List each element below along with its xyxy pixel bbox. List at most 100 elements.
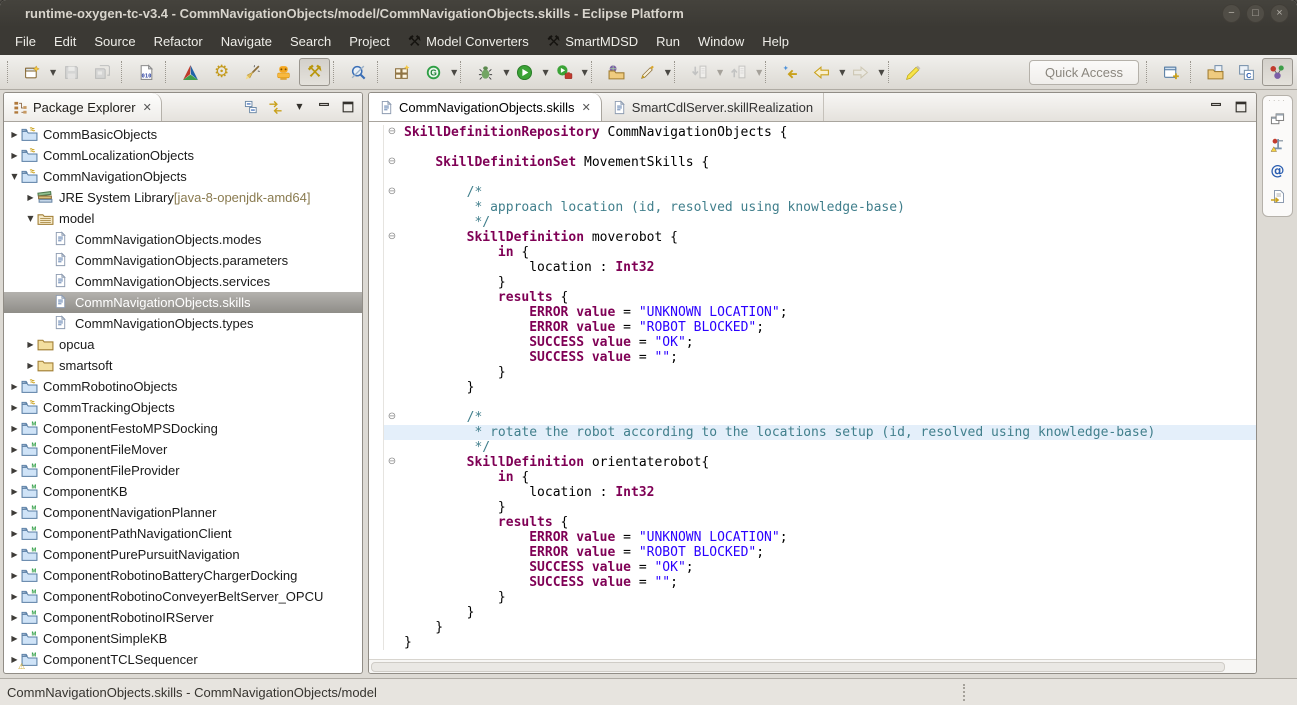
close-window-button[interactable]: × bbox=[1270, 4, 1289, 23]
tree-item-ComponentFestoMPSDocking[interactable]: ▶MComponentFestoMPSDocking bbox=[4, 418, 362, 439]
smartmdsd-perspective-button[interactable] bbox=[1262, 58, 1293, 86]
marker-button[interactable] bbox=[632, 58, 663, 86]
menu-model-converters[interactable]: ⚒Model Converters bbox=[399, 27, 538, 55]
expand-arrow-icon[interactable]: ▶ bbox=[8, 424, 21, 433]
collapse-all-button[interactable] bbox=[240, 96, 263, 118]
fold-collapse-icon[interactable]: ⊖ bbox=[383, 155, 400, 170]
tree-item-CommNavigationObjects.modes[interactable]: CommNavigationObjects.modes bbox=[4, 229, 362, 250]
tree-item-ComponentFileProvider[interactable]: ▶MComponentFileProvider bbox=[4, 460, 362, 481]
expand-arrow-icon[interactable]: ▶ bbox=[8, 550, 21, 559]
tree-item-ComponentKB[interactable]: ▶MComponentKB bbox=[4, 481, 362, 502]
save-button[interactable] bbox=[56, 58, 87, 86]
clean-broom-button[interactable] bbox=[237, 58, 268, 86]
expand-arrow-icon[interactable]: ▶ bbox=[8, 508, 21, 517]
tree-item-CommNavigationObjects.skills[interactable]: CommNavigationObjects.skills bbox=[4, 292, 362, 313]
editor-tab-SmartCdlServer.skillRealization[interactable]: SmartCdlServer.skillRealization bbox=[602, 93, 824, 121]
horizontal-scrollbar[interactable] bbox=[369, 659, 1256, 673]
editor-tab-CommNavigationObjects.skills[interactable]: CommNavigationObjects.skills✕ bbox=[369, 93, 602, 121]
menu-project[interactable]: Project bbox=[340, 27, 398, 55]
dropdown-arrow-icon[interactable]: ▼ bbox=[451, 68, 457, 77]
expand-arrow-icon[interactable]: ▶ bbox=[8, 403, 21, 412]
tree-item-ComponentRobotinoConveyerBeltServer_OPCU[interactable]: ▶MComponentRobotinoConveyerBeltServer_OP… bbox=[4, 586, 362, 607]
status-grip[interactable] bbox=[963, 684, 965, 701]
tree-item-CommNavigationObjects.types[interactable]: CommNavigationObjects.types bbox=[4, 313, 362, 334]
collapse-arrow-icon[interactable]: ▼ bbox=[24, 214, 37, 223]
view-menu-button[interactable]: ▼ bbox=[288, 96, 311, 118]
tree-item-opcua[interactable]: ▶opcua bbox=[4, 334, 362, 355]
forward-button[interactable] bbox=[845, 58, 876, 86]
resource-perspective-button[interactable] bbox=[1200, 58, 1231, 86]
tree-item-smartsoft[interactable]: ▶smartsoft bbox=[4, 355, 362, 376]
expand-arrow-icon[interactable]: ▶ bbox=[8, 445, 21, 454]
scrollbar-thumb[interactable] bbox=[371, 662, 1225, 672]
tree-item-CommLocalizationObjects[interactable]: ▶CommLocalizationObjects bbox=[4, 145, 362, 166]
new-table-button[interactable] bbox=[387, 58, 418, 86]
collapse-arrow-icon[interactable]: ▼ bbox=[8, 172, 21, 181]
run-button[interactable] bbox=[509, 58, 540, 86]
minimize-window-button[interactable]: − bbox=[1222, 4, 1241, 23]
expand-arrow-icon[interactable]: ▶ bbox=[24, 340, 37, 349]
menu-navigate[interactable]: Navigate bbox=[212, 27, 281, 55]
expand-arrow-icon[interactable]: ▶ bbox=[8, 592, 21, 601]
fold-collapse-icon[interactable]: ⊖ bbox=[383, 185, 400, 200]
expand-arrow-icon[interactable]: ▶ bbox=[8, 529, 21, 538]
menu-help[interactable]: Help bbox=[753, 27, 798, 55]
expand-arrow-icon[interactable]: ▶ bbox=[8, 571, 21, 580]
new-wizard-button[interactable] bbox=[17, 58, 48, 86]
menu-file[interactable]: File bbox=[6, 27, 45, 55]
expand-arrow-icon[interactable]: ▶ bbox=[8, 613, 21, 622]
minimize-button[interactable] bbox=[312, 96, 335, 118]
generate-gears-button[interactable]: ⚙ bbox=[206, 58, 237, 86]
tree-item-ComponentPathNavigationClient[interactable]: ▶MComponentPathNavigationClient bbox=[4, 523, 362, 544]
open-task-button[interactable] bbox=[601, 58, 632, 86]
debug-button[interactable] bbox=[470, 58, 501, 86]
maximize-button[interactable] bbox=[336, 96, 359, 118]
dropdown-arrow-icon[interactable]: ▼ bbox=[542, 68, 548, 77]
tree-item-ComponentRobotinoBatteryChargerDocking[interactable]: ▶MComponentRobotinoBatteryChargerDocking bbox=[4, 565, 362, 586]
tree-item-ComponentRobotinoIRServer[interactable]: ▶MComponentRobotinoIRServer bbox=[4, 607, 362, 628]
minimize-editor-button[interactable] bbox=[1204, 96, 1227, 118]
generate-g-button[interactable]: G bbox=[418, 58, 449, 86]
menu-smartmdsd[interactable]: ⚒SmartMDSD bbox=[538, 27, 647, 55]
tree-item-CommNavigationObjects.parameters[interactable]: CommNavigationObjects.parameters bbox=[4, 250, 362, 271]
tree-item-CommRobotinoObjects[interactable]: ▶CommRobotinoObjects bbox=[4, 376, 362, 397]
cmake-button[interactable] bbox=[175, 58, 206, 86]
skip-breakpoints-button[interactable] bbox=[343, 58, 374, 86]
expand-arrow-icon[interactable]: ▶ bbox=[8, 487, 21, 496]
expand-arrow-icon[interactable]: ▶ bbox=[8, 151, 21, 160]
tree-item-CommTrackingObjects[interactable]: ▶CommTrackingObjects bbox=[4, 397, 362, 418]
annotation-ruler[interactable] bbox=[369, 122, 383, 659]
tree-item-ComponentNavigationPlanner[interactable]: ▶MComponentNavigationPlanner bbox=[4, 502, 362, 523]
editor-body[interactable]: ⊖SkillDefinitionRepository CommNavigatio… bbox=[369, 122, 1256, 659]
open-perspective-button[interactable] bbox=[1156, 58, 1187, 86]
robot-build-button[interactable] bbox=[268, 58, 299, 86]
dropdown-arrow-icon[interactable]: ▼ bbox=[878, 68, 884, 77]
fold-collapse-icon[interactable]: ⊖ bbox=[383, 230, 400, 245]
menu-search[interactable]: Search bbox=[281, 27, 340, 55]
maximize-editor-button[interactable] bbox=[1229, 96, 1252, 118]
tree-item-ComponentPurePursuitNavigation[interactable]: ▶MComponentPurePursuitNavigation bbox=[4, 544, 362, 565]
tree-item-ComponentFileMover[interactable]: ▶MComponentFileMover bbox=[4, 439, 362, 460]
expand-arrow-icon[interactable]: ▶ bbox=[8, 382, 21, 391]
drag-grip[interactable]: ···· bbox=[1268, 98, 1287, 106]
fold-collapse-icon[interactable]: ⊖ bbox=[383, 455, 400, 470]
binary-file-button[interactable]: 010 bbox=[131, 58, 162, 86]
tree-item-CommNavigationObjects[interactable]: ▼CommNavigationObjects bbox=[4, 166, 362, 187]
expand-arrow-icon[interactable]: ▶ bbox=[24, 361, 37, 370]
menu-window[interactable]: Window bbox=[689, 27, 753, 55]
next-annotation-button[interactable] bbox=[684, 58, 715, 86]
project-tree[interactable]: ▶CommBasicObjects▶CommLocalizationObject… bbox=[4, 122, 362, 673]
tree-item-JRE System Library[interactable]: ▶JRE System Library [java-8-openjdk-amd6… bbox=[4, 187, 362, 208]
expand-arrow-icon[interactable]: ▶ bbox=[8, 466, 21, 475]
close-view-icon[interactable]: ✕ bbox=[143, 101, 152, 114]
expand-arrow-icon[interactable]: ▶ bbox=[8, 130, 21, 139]
tree-item-model[interactable]: ▼model bbox=[4, 208, 362, 229]
build-hammer-button[interactable]: ⚒ bbox=[299, 58, 330, 86]
restore-views-button[interactable] bbox=[1265, 106, 1290, 132]
close-tab-icon[interactable]: ✕ bbox=[582, 101, 591, 114]
code-editor[interactable]: ⊖SkillDefinitionRepository CommNavigatio… bbox=[383, 122, 1256, 659]
quick-access-field[interactable]: Quick Access bbox=[1029, 60, 1139, 85]
link-with-editor-button[interactable] bbox=[264, 96, 287, 118]
menu-edit[interactable]: Edit bbox=[45, 27, 85, 55]
highlight-button[interactable] bbox=[898, 58, 929, 86]
